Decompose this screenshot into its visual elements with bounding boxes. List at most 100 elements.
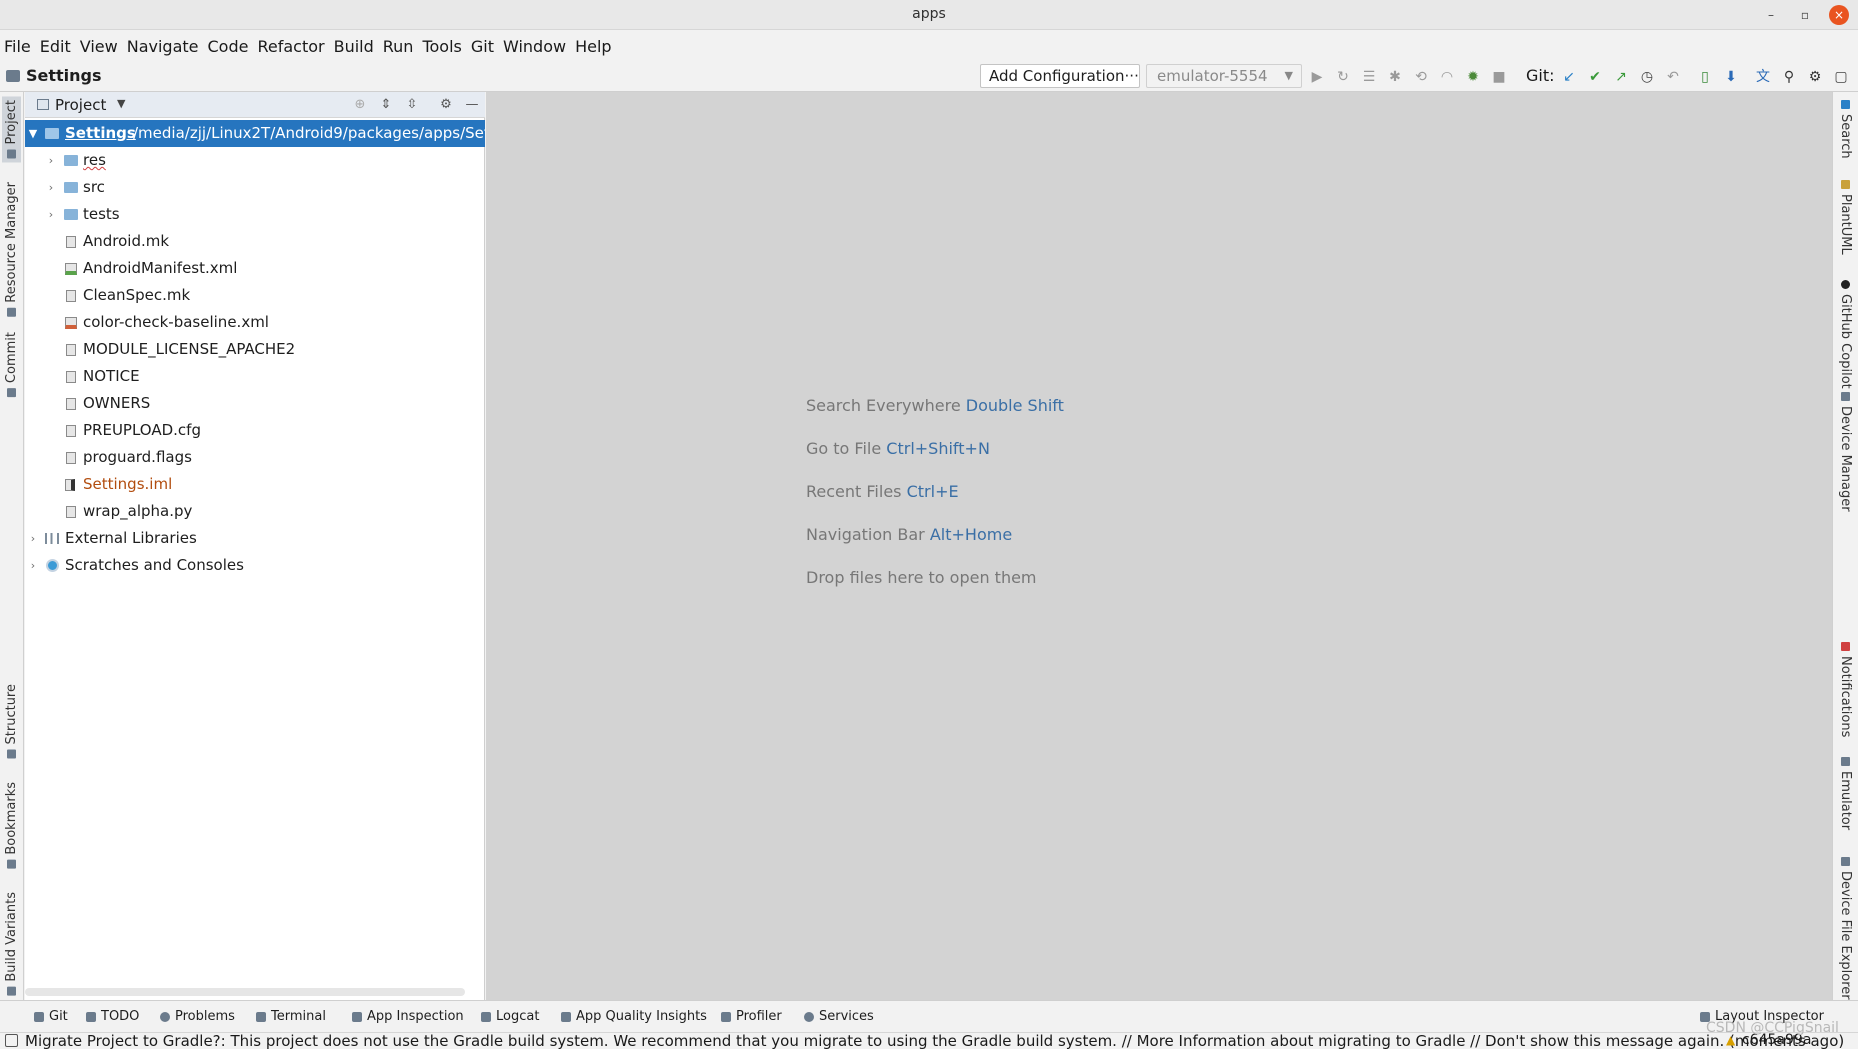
- chevron-down-icon[interactable]: ▼: [117, 97, 125, 110]
- tree-item[interactable]: Android.mk: [25, 228, 485, 255]
- tab-plantuml[interactable]: PlantUML: [1838, 180, 1853, 255]
- horizontal-scrollbar[interactable]: [25, 988, 465, 996]
- git-update-icon[interactable]: ↙: [1560, 68, 1578, 86]
- tab-resource-manager[interactable]: Resource Manager: [4, 182, 19, 317]
- tab-bookmarks[interactable]: Bookmarks: [4, 782, 19, 869]
- tab-profiler[interactable]: Profiler: [721, 1009, 782, 1024]
- tab-structure[interactable]: Structure: [4, 684, 19, 759]
- menu-run[interactable]: Run: [383, 37, 414, 56]
- menu-help[interactable]: Help: [575, 37, 611, 56]
- menu-window[interactable]: Window: [503, 37, 566, 56]
- tab-notifications[interactable]: Notifications: [1838, 642, 1853, 737]
- tab-github-copilot[interactable]: GitHub Copilot: [1838, 280, 1853, 389]
- gear-icon[interactable]: ⚙: [437, 96, 455, 114]
- chevron-right-icon[interactable]: ›: [27, 552, 39, 579]
- translate-icon[interactable]: 文: [1754, 68, 1772, 86]
- status-toggle-icon[interactable]: [5, 1034, 18, 1047]
- device-mirror-icon[interactable]: ▯: [1696, 68, 1714, 86]
- breadcrumb[interactable]: Settings: [6, 66, 102, 85]
- tree-item[interactable]: color-check-baseline.xml: [25, 309, 485, 336]
- tree-item[interactable]: OWNERS: [25, 390, 485, 417]
- coverage-icon[interactable]: ☰: [1360, 68, 1378, 86]
- tab-device-manager[interactable]: Device Manager: [1838, 392, 1853, 512]
- chevron-right-icon[interactable]: ›: [45, 147, 57, 174]
- tree-item[interactable]: CleanSpec.mk: [25, 282, 485, 309]
- menu-refactor[interactable]: Refactor: [257, 37, 324, 56]
- tree-root[interactable]: ▼ Settings /media/zjj/Linux2T/Android9/p…: [25, 120, 485, 147]
- tab-project[interactable]: Project: [2, 96, 21, 163]
- sdk-manager-icon[interactable]: ⬇: [1722, 68, 1740, 86]
- status-message[interactable]: Migrate Project to Gradle?: This project…: [25, 1032, 1844, 1049]
- expand-all-icon[interactable]: ⇕: [377, 96, 395, 114]
- git-commit-icon[interactable]: ✔: [1586, 68, 1604, 86]
- search-icon[interactable]: ⚲: [1780, 68, 1798, 86]
- account-icon[interactable]: ▢: [1832, 68, 1850, 86]
- tab-git[interactable]: Git: [34, 1009, 68, 1024]
- menu-git[interactable]: Git: [471, 37, 494, 56]
- tab-commit[interactable]: Commit: [4, 332, 19, 398]
- menu-navigate[interactable]: Navigate: [127, 37, 199, 56]
- tab-app-inspection[interactable]: App Inspection: [352, 1009, 464, 1024]
- device-selector[interactable]: emulator-5554 ▼: [1146, 64, 1302, 88]
- tab-app-quality-insights[interactable]: App Quality Insights: [561, 1009, 707, 1024]
- title-bar: apps – ▫ ×: [0, 0, 1858, 30]
- menu-edit[interactable]: Edit: [40, 37, 71, 56]
- debug-icon[interactable]: ✱: [1386, 68, 1404, 86]
- tree-item[interactable]: Settings.iml: [25, 471, 485, 498]
- profile-icon[interactable]: ◠: [1438, 68, 1456, 86]
- tree-item[interactable]: PREUPLOAD.cfg: [25, 417, 485, 444]
- add-configuration-button[interactable]: Add Configuration···: [980, 64, 1140, 88]
- tab-search[interactable]: Search: [1838, 100, 1853, 159]
- bookmark-icon: [7, 859, 16, 869]
- tab-device-file-explorer[interactable]: Device File Explorer: [1838, 857, 1853, 1000]
- tab-todo[interactable]: TODO: [86, 1009, 139, 1024]
- maximize-button[interactable]: ▫: [1794, 4, 1816, 26]
- tab-build-variants[interactable]: Build Variants: [4, 892, 19, 996]
- tree-scratches[interactable]: › Scratches and Consoles: [25, 552, 485, 579]
- run-icon[interactable]: ▶: [1308, 68, 1326, 86]
- hint-navigation-bar: Navigation Bar Alt+Home: [806, 525, 1064, 568]
- tree-item[interactable]: NOTICE: [25, 363, 485, 390]
- tree-item-label: tests: [83, 205, 120, 223]
- chevron-down-icon[interactable]: ▼: [27, 120, 39, 147]
- apply-changes-icon[interactable]: ⟲: [1412, 68, 1430, 86]
- chevron-right-icon[interactable]: ›: [27, 525, 39, 552]
- attach-debugger-icon[interactable]: ✹: [1464, 68, 1482, 86]
- tree-external-libraries[interactable]: › External Libraries: [25, 525, 485, 552]
- minimize-button[interactable]: –: [1760, 4, 1782, 26]
- tab-logcat[interactable]: Logcat: [481, 1009, 539, 1024]
- menu-tools[interactable]: Tools: [422, 37, 461, 56]
- tab-services[interactable]: Services: [804, 1009, 874, 1024]
- rerun-icon[interactable]: ↻: [1334, 68, 1352, 86]
- close-button[interactable]: ×: [1829, 5, 1849, 25]
- tree-item[interactable]: › tests: [25, 201, 485, 228]
- project-panel-title[interactable]: Project: [55, 96, 106, 114]
- menu-build[interactable]: Build: [334, 37, 374, 56]
- chevron-right-icon[interactable]: ›: [45, 201, 57, 228]
- git-history-icon[interactable]: ◷: [1638, 68, 1656, 86]
- hide-panel-icon[interactable]: —: [463, 96, 481, 114]
- tree-item-label: color-check-baseline.xml: [83, 313, 269, 331]
- menu-code[interactable]: Code: [208, 37, 249, 56]
- git-push-icon[interactable]: ↗: [1612, 68, 1630, 86]
- tree-item[interactable]: proguard.flags: [25, 444, 485, 471]
- tree-item[interactable]: › res: [25, 147, 485, 174]
- tab-problems[interactable]: Problems: [160, 1009, 235, 1024]
- tree-item[interactable]: wrap_alpha.py: [25, 498, 485, 525]
- locate-icon[interactable]: ⊕: [351, 96, 369, 114]
- editor-area[interactable]: Search Everywhere Double Shift Go to Fil…: [486, 92, 1832, 1000]
- collapse-all-icon[interactable]: ⇳: [403, 96, 421, 114]
- tab-terminal[interactable]: Terminal: [256, 1009, 326, 1024]
- git-rollback-icon[interactable]: ↶: [1664, 68, 1682, 86]
- tree-item[interactable]: › src: [25, 174, 485, 201]
- hint-text: Drop files here to open them: [806, 568, 1037, 587]
- stop-icon[interactable]: ■: [1490, 68, 1508, 86]
- plantuml-icon: [1841, 180, 1850, 189]
- chevron-right-icon[interactable]: ›: [45, 174, 57, 201]
- menu-file[interactable]: File: [4, 37, 31, 56]
- tab-emulator[interactable]: Emulator: [1838, 757, 1853, 830]
- tree-item[interactable]: AndroidManifest.xml: [25, 255, 485, 282]
- gear-icon[interactable]: ⚙: [1806, 68, 1824, 86]
- tree-item[interactable]: MODULE_LICENSE_APACHE2: [25, 336, 485, 363]
- menu-view[interactable]: View: [80, 37, 118, 56]
